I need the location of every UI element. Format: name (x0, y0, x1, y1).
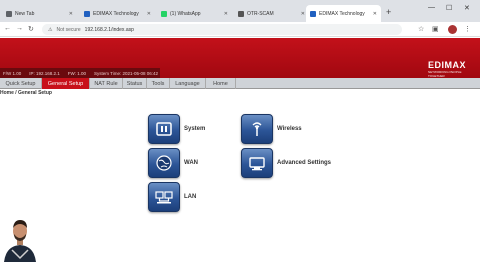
new-tab-icon[interactable]: + (386, 7, 391, 17)
wireless-label[interactable]: Wireless (277, 126, 302, 132)
router-menu-bar: Quick Setup General Setup NAT Rule Statu… (0, 78, 480, 89)
close-window-icon[interactable]: ✕ (464, 4, 470, 12)
browser-tab-active[interactable]: EDIMAX Technology ✕ (306, 5, 381, 22)
edimax-logo: EDIMAX NETWORKING PEOPLE TOGETHER (428, 60, 478, 78)
address-bar-row: ← → ↻ ⚠ Not secure 192.168.2.1/index.asp… (0, 22, 480, 37)
menu-home[interactable]: Home (206, 78, 236, 89)
menu-nat-rule[interactable]: NAT Rule (90, 78, 123, 89)
tab-title: (1) WhatsApp (170, 10, 201, 17)
breadcrumb: Home / General Setup (0, 90, 52, 96)
system-label[interactable]: System (184, 126, 205, 132)
wireless-setup-item[interactable]: Wireless (241, 114, 361, 144)
warning-icon: ⚠ (48, 26, 53, 33)
menu-status[interactable]: Status (123, 78, 147, 89)
tab-title: New Tab (15, 10, 35, 17)
extensions-icon[interactable]: ▣ (432, 25, 439, 33)
browser-tab-strip: New Tab ✕ EDIMAX Technology ✕ (1) WhatsA… (0, 0, 480, 22)
url-text: 192.168.2.1/index.asp (84, 26, 134, 33)
lan-setup-item[interactable]: LAN (148, 182, 268, 212)
wireless-icon[interactable] (241, 114, 273, 144)
menu-quick-setup[interactable]: Quick Setup (0, 78, 42, 89)
tab-title: EDIMAX Technology (93, 10, 139, 17)
menu-tools[interactable]: Tools (147, 78, 170, 89)
url-field[interactable]: ⚠ Not secure 192.168.2.1/index.asp (42, 24, 402, 35)
reload-icon[interactable]: ↻ (28, 25, 34, 33)
advanced-settings-item[interactable]: Advanced Settings (241, 148, 361, 178)
maximize-icon[interactable]: ☐ (446, 4, 452, 12)
close-tab-icon[interactable]: ✕ (373, 11, 377, 17)
status-text: FW: 1.00 (67, 70, 86, 76)
presenter-webcam-image (0, 214, 40, 262)
lan-label[interactable]: LAN (184, 194, 196, 200)
tab-favicon-icon (6, 10, 12, 17)
browser-tab[interactable]: OTR-SCAM ✕ (234, 5, 309, 22)
menu-dots-icon[interactable]: ⋮ (464, 25, 471, 33)
lan-icon[interactable] (148, 182, 180, 212)
menu-general-setup[interactable]: General Setup (42, 78, 90, 89)
status-text: F/W 1.00 (3, 70, 22, 76)
close-tab-icon[interactable]: ✕ (301, 11, 305, 17)
wan-label[interactable]: WAN (184, 160, 198, 166)
tab-favicon-icon (238, 10, 244, 17)
advanced-settings-label[interactable]: Advanced Settings (277, 160, 331, 166)
router-status-bar: F/W 1.00 IP: 192.168.2.1 FW: 1.00 System… (0, 68, 160, 78)
brand-name: EDIMAX (428, 60, 467, 70)
close-tab-icon[interactable]: ✕ (147, 11, 151, 17)
system-icon[interactable] (148, 114, 180, 144)
tab-title: EDIMAX Technology (319, 10, 365, 17)
tab-favicon-icon (84, 10, 90, 17)
wan-globe-icon[interactable] (148, 148, 180, 178)
status-text: IP: 192.168.2.1 (29, 70, 60, 76)
bookmark-star-icon[interactable]: ☆ (418, 25, 424, 33)
profile-avatar-icon[interactable] (448, 25, 457, 34)
menu-language[interactable]: Language (170, 78, 206, 89)
tab-favicon-icon (161, 10, 167, 17)
tab-favicon-icon (310, 10, 316, 17)
tab-title: OTR-SCAM (247, 10, 274, 17)
close-tab-icon[interactable]: ✕ (224, 11, 228, 17)
browser-tab[interactable]: EDIMAX Technology ✕ (80, 5, 155, 22)
bottom-bar (0, 262, 480, 270)
close-tab-icon[interactable]: ✕ (69, 11, 73, 17)
advanced-settings-icon[interactable] (241, 148, 273, 178)
browser-tab[interactable]: New Tab ✕ (2, 5, 77, 22)
security-label: Not secure (56, 26, 81, 33)
brand-tagline: NETWORKING PEOPLE TOGETHER (428, 70, 462, 78)
forward-icon[interactable]: → (16, 25, 23, 32)
status-text: System Time: 2021-05-08 06:42 (93, 70, 159, 76)
minimize-icon[interactable]: — (428, 4, 435, 11)
back-icon[interactable]: ← (4, 25, 11, 32)
browser-tab[interactable]: (1) WhatsApp ✕ (157, 5, 232, 22)
